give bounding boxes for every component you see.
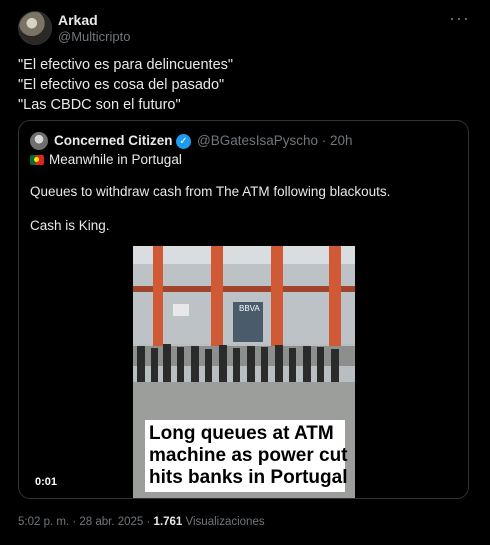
- views-label: Visualizaciones: [185, 516, 265, 528]
- bank-sign-text: BBVA: [239, 304, 260, 313]
- tweet-line: "El efectivo es para delincuentes": [18, 57, 234, 73]
- avatar[interactable]: [18, 11, 52, 45]
- tweet-text: "El efectivo es para delincuentes" "El e…: [18, 55, 233, 115]
- quote-text-line: Cash is King.: [30, 218, 110, 233]
- caption-line: machine as power cut: [149, 445, 348, 466]
- author-handle[interactable]: @Multicripto: [58, 29, 130, 44]
- video-player[interactable]: BBVA Long queues at ATM machine as power…: [19, 246, 468, 498]
- quote-text-line: Queues to withdraw cash from The ATM fol…: [30, 184, 391, 199]
- quote-avatar[interactable]: [30, 132, 48, 150]
- quote-author-name[interactable]: Concerned Citizen: [54, 133, 173, 148]
- tweet-line: "Las CBDC son el futuro": [18, 97, 181, 113]
- tweet-footer: 5:02 p. m. · 28 abr. 2025 · 1.761 Visual…: [18, 516, 265, 528]
- more-icon[interactable]: ···: [449, 8, 470, 29]
- quote-handle-time: @BGatesIsaPyscho · 20h: [197, 133, 353, 148]
- caption-line: hits banks in Portugal: [149, 467, 348, 488]
- video-caption: Long queues at ATM machine as power cut …: [145, 420, 348, 492]
- author-name[interactable]: Arkad: [58, 12, 98, 28]
- video-frame: BBVA Long queues at ATM machine as power…: [133, 246, 355, 498]
- quote-subtitle: Meanwhile in Portugal: [49, 152, 182, 167]
- post-time-date[interactable]: 5:02 p. m. · 28 abr. 2025 ·: [18, 516, 150, 528]
- quoted-tweet[interactable]: Concerned Citizen ✓ @BGatesIsaPyscho · 2…: [18, 120, 469, 499]
- video-timestamp: 0:01: [31, 474, 62, 490]
- views-count: 1.761: [153, 516, 183, 528]
- tweet-line: "El efectivo es cosa del pasado": [18, 77, 225, 93]
- caption-line: Long queues at ATM: [149, 423, 334, 444]
- portugal-flag-icon: [30, 155, 44, 165]
- verified-badge-icon: ✓: [176, 134, 191, 149]
